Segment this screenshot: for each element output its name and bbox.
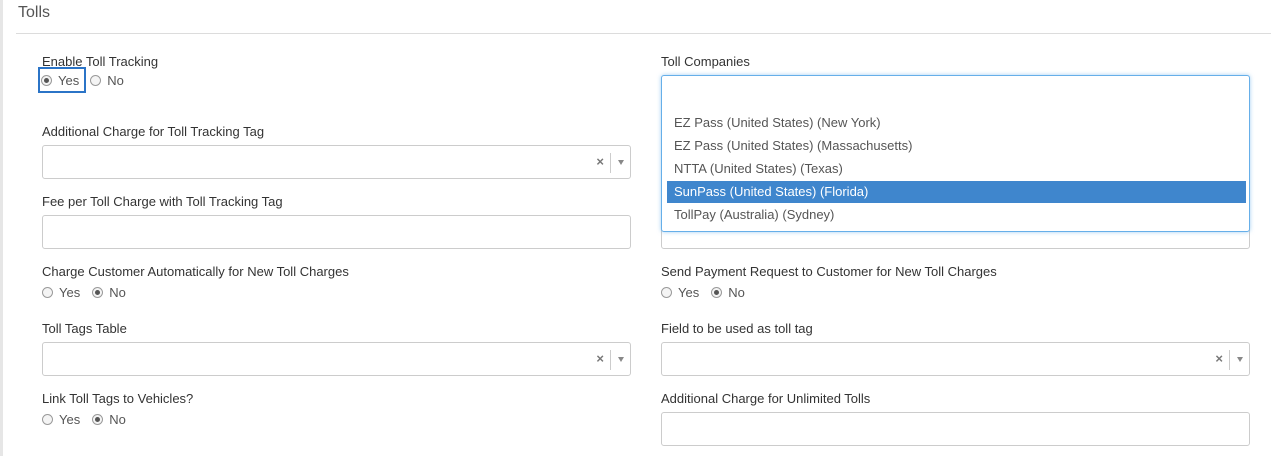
radio-label-no: No xyxy=(107,72,124,88)
link-toll-tags-label: Link Toll Tags to Vehicles? xyxy=(42,391,194,406)
section-divider xyxy=(16,33,1271,34)
radio-label-yes: Yes xyxy=(678,284,700,300)
unlimited-tolls-charge-label: Additional Charge for Unlimited Tolls xyxy=(661,391,871,406)
enable-toll-tracking-yes[interactable]: Yes xyxy=(38,67,87,93)
radio-checked-icon xyxy=(41,74,52,86)
radio-label-yes: Yes xyxy=(59,284,81,300)
send-payment-request-label: Send Payment Request to Customer for New… xyxy=(661,264,997,279)
toll-companies-multiselect[interactable]: EZ Pass (United States) (New York) EZ Pa… xyxy=(661,75,1250,232)
radio-unchecked-icon xyxy=(42,413,53,425)
unlimited-tolls-charge-input[interactable] xyxy=(661,412,1250,446)
toll-companies-label: Toll Companies xyxy=(661,54,750,69)
toll-company-option[interactable]: EZ Pass (United States) (Massachusetts) xyxy=(667,135,1246,157)
page-left-border xyxy=(0,0,3,456)
fee-per-toll-charge-input[interactable] xyxy=(42,215,631,249)
toll-company-option[interactable]: EZ Pass (United States) (New York) xyxy=(667,112,1246,134)
additional-charge-tag-label: Additional Charge for Toll Tracking Tag xyxy=(42,124,265,139)
send-payment-request-yes[interactable]: Yes xyxy=(661,285,699,300)
radio-unchecked-icon xyxy=(90,74,102,86)
clear-icon[interactable]: × xyxy=(596,351,604,366)
charge-customer-auto-yes[interactable]: Yes xyxy=(42,285,80,300)
radio-checked-icon xyxy=(92,286,104,298)
radio-label-no: No xyxy=(109,284,126,300)
toll-company-option[interactable]: TollPay (Australia) (Sydney) xyxy=(667,204,1246,226)
radio-label-yes: Yes xyxy=(59,411,81,427)
send-payment-request-radios: Yes No xyxy=(661,282,751,302)
link-toll-tags-yes[interactable]: Yes xyxy=(42,412,80,427)
toll-company-option[interactable]: NTTA (United States) (Texas) xyxy=(667,158,1246,180)
fee-per-toll-charge-label: Fee per Toll Charge with Toll Tracking T… xyxy=(42,194,283,209)
toll-tag-field-select[interactable]: × xyxy=(661,342,1250,376)
charge-customer-auto-label: Charge Customer Automatically for New To… xyxy=(42,264,349,279)
radio-label-yes: Yes xyxy=(58,72,80,88)
toll-tags-table-select[interactable]: × xyxy=(42,342,631,376)
link-toll-tags-no[interactable]: No xyxy=(92,412,126,427)
radio-unchecked-icon xyxy=(661,286,672,298)
enable-toll-tracking-radios: Yes No xyxy=(38,67,130,93)
radio-checked-icon xyxy=(711,286,723,298)
link-toll-tags-radios: Yes No xyxy=(42,409,132,429)
chevron-down-icon[interactable] xyxy=(1237,357,1243,362)
select-separator xyxy=(610,153,611,173)
section-title: Tolls xyxy=(18,4,51,21)
send-payment-request-no[interactable]: No xyxy=(711,285,745,300)
chevron-down-icon[interactable] xyxy=(618,160,624,165)
charge-customer-auto-radios: Yes No xyxy=(42,282,132,302)
radio-checked-icon xyxy=(92,413,104,425)
toll-tag-field-label: Field to be used as toll tag xyxy=(661,321,813,336)
toll-tags-table-label: Toll Tags Table xyxy=(42,321,127,336)
select-separator xyxy=(610,350,611,370)
radio-label-no: No xyxy=(728,284,745,300)
radio-label-no: No xyxy=(109,411,126,427)
radio-unchecked-icon xyxy=(42,286,53,298)
select-separator xyxy=(1229,350,1230,370)
toll-company-option-selected[interactable]: SunPass (United States) (Florida) xyxy=(667,181,1246,203)
clear-icon[interactable]: × xyxy=(1215,351,1223,366)
enable-toll-tracking-no[interactable]: No xyxy=(90,73,124,88)
clear-icon[interactable]: × xyxy=(596,154,604,169)
chevron-down-icon[interactable] xyxy=(618,357,624,362)
charge-customer-auto-no[interactable]: No xyxy=(92,285,126,300)
additional-charge-tag-select[interactable]: × xyxy=(42,145,631,179)
